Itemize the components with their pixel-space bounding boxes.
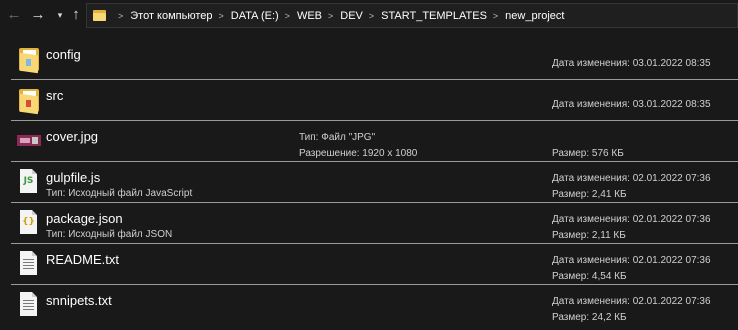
file-name: cover.jpg — [46, 129, 99, 144]
date-modified: Дата изменения: 02.01.2022 07:36 — [552, 255, 711, 266]
breadcrumb: > Этот компьютер > DATA (E:) > WEB > DEV… — [91, 4, 565, 27]
file-size: Размер: 4,54 КБ — [552, 271, 627, 282]
image-resolution: Разрешение: 1920 x 1080 — [299, 148, 418, 159]
date-modified: Дата изменения: 03.01.2022 08:35 — [552, 99, 711, 110]
file-type: Тип: Исходный файл JSON — [46, 229, 173, 240]
file-name: src — [46, 88, 64, 103]
breadcrumb-item-web[interactable]: WEB — [297, 10, 322, 22]
chevron-right-icon[interactable]: > — [219, 11, 224, 21]
file-name: package.json — [46, 211, 123, 226]
json-file-icon: {} — [17, 209, 41, 237]
list-item[interactable]: config Дата изменения: 03.01.2022 08:35 — [11, 41, 738, 80]
list-item[interactable]: snnipets.txt Дата изменения: 02.01.2022 … — [11, 287, 738, 326]
date-modified: Дата изменения: 03.01.2022 08:35 — [552, 58, 711, 69]
file-size: Размер: 24,2 КБ — [552, 312, 627, 323]
breadcrumb-item-start-templates[interactable]: START_TEMPLATES — [381, 10, 487, 22]
file-size: Размер: 2,41 КБ — [552, 189, 627, 200]
list-item[interactable]: JS gulpfile.js Тип: Исходный файл JavaSc… — [11, 164, 738, 203]
chevron-right-icon[interactable]: > — [493, 11, 498, 21]
folder-icon — [17, 45, 41, 74]
date-modified: Дата изменения: 02.01.2022 07:36 — [552, 173, 711, 184]
file-size: Размер: 576 КБ — [552, 148, 624, 159]
file-name: config — [46, 47, 81, 62]
list-item[interactable]: cover.jpg Тип: Файл "JPG" Разрешение: 19… — [11, 123, 738, 162]
forward-arrow-icon[interactable]: → — [29, 5, 47, 25]
file-size: Размер: 2,11 КБ — [552, 230, 626, 241]
list-item[interactable]: {} package.json Тип: Исходный файл JSON … — [11, 205, 738, 244]
text-file-icon — [17, 291, 41, 319]
chevron-right-icon[interactable]: > — [285, 11, 290, 21]
back-arrow-icon[interactable]: ← — [5, 5, 23, 25]
up-arrow-icon[interactable]: ↑ — [67, 5, 85, 25]
image-thumbnail-icon — [17, 127, 41, 155]
folder-icon — [17, 86, 41, 115]
breadcrumb-item-this-pc[interactable]: Этот компьютер — [130, 10, 212, 22]
file-name: snnipets.txt — [46, 293, 112, 308]
date-modified: Дата изменения: 02.01.2022 07:36 — [552, 214, 711, 225]
date-modified: Дата изменения: 02.01.2022 07:36 — [552, 296, 711, 307]
address-bar[interactable]: > Этот компьютер > DATA (E:) > WEB > DEV… — [86, 3, 738, 28]
chevron-right-icon[interactable]: > — [328, 11, 333, 21]
file-type: Тип: Исходный файл JavaScript — [46, 188, 193, 199]
breadcrumb-item-drive[interactable]: DATA (E:) — [231, 10, 279, 22]
file-name: gulpfile.js — [46, 170, 101, 185]
breadcrumb-item-dev[interactable]: DEV — [340, 10, 363, 22]
folder-icon — [93, 10, 106, 21]
text-file-icon — [17, 250, 41, 278]
breadcrumb-item-new-project[interactable]: new_project — [505, 10, 564, 22]
navigation-bar: ← → ▾ ↑ > Этот компьютер > DATA (E:) > W… — [0, 0, 738, 32]
chevron-right-icon[interactable]: > — [118, 11, 123, 21]
javascript-file-icon: JS — [17, 168, 41, 196]
chevron-right-icon[interactable]: > — [369, 11, 374, 21]
list-item[interactable]: README.txt Дата изменения: 02.01.2022 07… — [11, 246, 738, 285]
list-item[interactable]: src Дата изменения: 03.01.2022 08:35 — [11, 82, 738, 121]
file-type: Тип: Файл "JPG" — [299, 132, 376, 143]
file-name: README.txt — [46, 252, 119, 267]
